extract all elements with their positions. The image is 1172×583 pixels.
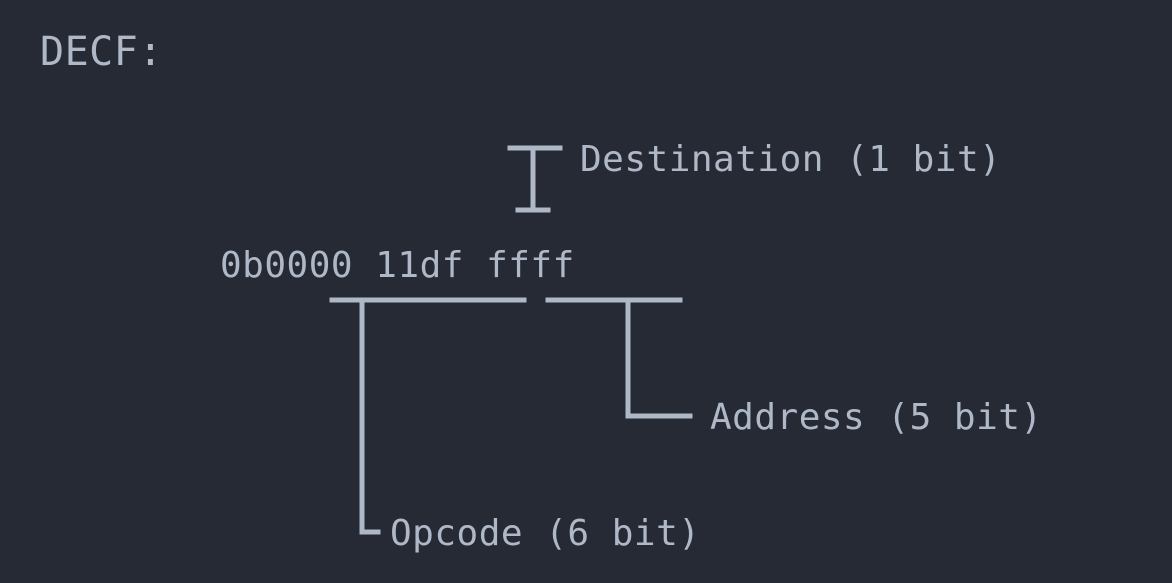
destination-connector <box>510 148 560 210</box>
annotation-lines <box>0 0 1172 583</box>
diagram-root: DECF: 0b0000 11df ffff Destination (1 bi… <box>0 0 1172 583</box>
opcode-connector <box>332 300 524 532</box>
address-connector <box>548 300 690 416</box>
